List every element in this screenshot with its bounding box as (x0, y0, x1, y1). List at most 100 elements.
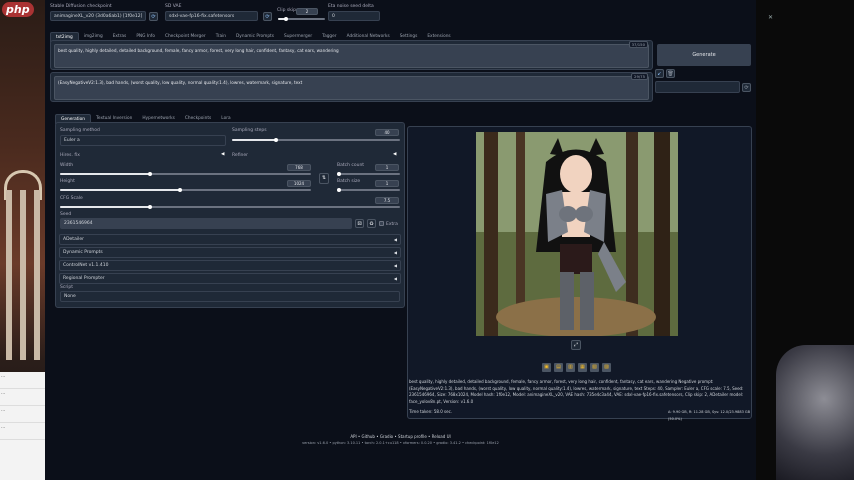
clip-skip-input[interactable]: 2 (296, 8, 318, 15)
sampling-steps-input[interactable]: 40 (375, 129, 399, 136)
script-label: Script (60, 285, 74, 290)
image-expand-icon[interactable]: ⤢ (571, 340, 581, 350)
slider-fill (60, 189, 180, 191)
slider-thumb[interactable] (178, 188, 182, 192)
accordion-dynamic-prompts[interactable]: Dynamic Prompts ◀ (59, 247, 401, 258)
chevron-left-icon: ◀ (393, 276, 397, 281)
chevron-left-icon: ◀ (393, 263, 397, 268)
batch-size-input[interactable]: 1 (375, 180, 399, 187)
accordion-adetailer[interactable]: ADetailer ◀ (59, 234, 401, 245)
slider-thumb[interactable] (148, 172, 152, 176)
hires-fix-chevron-icon[interactable]: ◀ (221, 152, 224, 157)
slider-thumb[interactable] (337, 172, 341, 176)
eta-noise-input[interactable]: 0 (328, 11, 380, 21)
slider-thumb[interactable] (337, 188, 341, 192)
php-logo: php (2, 2, 34, 17)
height-label: Height (60, 179, 75, 184)
send-to-extras-icon[interactable]: ▨ (602, 363, 611, 372)
swap-dimensions-icon[interactable]: ⇅ (319, 173, 329, 184)
vae-label: SD VAE (165, 4, 182, 9)
accordion-label: Dynamic Prompts (63, 250, 103, 255)
generated-image[interactable] (476, 132, 678, 336)
list-item[interactable]: ... (0, 372, 45, 389)
accordion-regional-prompter[interactable]: Regional Prompter ◀ (59, 273, 401, 284)
cfg-scale-label: CFG Scale (60, 196, 83, 201)
accordion-controlnet[interactable]: ControlNet v1.1.410 ◀ (59, 260, 401, 271)
webui-window: Stable Diffusion checkpoint animagineXL_… (45, 0, 756, 480)
prompt-token-counter: 37/150 (628, 41, 648, 48)
cfg-scale-input[interactable]: 7.5 (375, 197, 399, 204)
extra-label: Extra (386, 222, 398, 227)
close-icon[interactable]: ✕ (768, 14, 773, 21)
vae-select[interactable]: sdxl-vae-fp16-fix.safetensors (165, 11, 258, 21)
extra-checkbox[interactable] (379, 221, 384, 226)
recycle-icon[interactable]: ♻ (367, 219, 376, 228)
seed-label: Seed (60, 212, 72, 217)
refresh-icon[interactable]: ⟳ (149, 12, 158, 21)
sampling-steps-label: Sampling steps (232, 128, 267, 133)
refiner-toggle[interactable]: Refiner (232, 153, 248, 158)
checkpoint-select[interactable]: animagineXL_v20 (3d0a6ab1) [1f0e12] (50, 11, 146, 21)
list-item[interactable]: ... (0, 423, 45, 440)
style-apply-icon[interactable]: ↙ (655, 69, 664, 78)
batch-count-slider[interactable] (337, 173, 400, 175)
hires-fix-label: Hires. fix (60, 153, 80, 158)
seed-input[interactable]: 2361546964 (60, 218, 352, 229)
zip-icon[interactable]: ▥ (566, 363, 575, 372)
sampling-method-select[interactable]: Euler a (60, 135, 226, 146)
generation-info: best quality, highly detailed, detailed … (409, 379, 744, 404)
prompt-input[interactable]: best quality, highly detailed, detailed … (54, 44, 649, 68)
send-to-img2img-icon[interactable]: ▦ (578, 363, 587, 372)
slider-fill (60, 206, 150, 208)
save-icon[interactable]: ▤ (554, 363, 563, 372)
prompt-panel: best quality, highly detailed, detailed … (50, 40, 653, 70)
negative-prompt-input[interactable]: (EasyNegativeV2:1.3), bad hands, (worst … (54, 76, 649, 100)
slider-thumb[interactable] (284, 17, 288, 21)
negative-prompt-panel: (EasyNegativeV2:1.3), bad hands, (worst … (50, 72, 653, 102)
clip-skip-label: Clip skip (277, 8, 296, 13)
accordion-label: Regional Prompter (63, 276, 105, 281)
extra-seed-toggle[interactable]: Extra (379, 221, 398, 227)
sampling-method-label: Sampling method (60, 128, 100, 133)
footer-links[interactable]: API • Github • Gradio • Startup profile … (45, 434, 756, 439)
output-panel: ⤢ ▣ ▤ ▥ ▦ ▧ ▨ best quality, highly detai… (407, 126, 752, 421)
refresh-icon[interactable]: ⟳ (263, 12, 272, 21)
folder-icon[interactable]: ▣ (542, 363, 551, 372)
slider-fill (232, 139, 276, 141)
refiner-chevron-icon[interactable]: ◀ (393, 152, 396, 157)
slider-thumb[interactable] (274, 138, 278, 142)
slider-thumb[interactable] (148, 205, 152, 209)
time-taken: Time taken: 58.0 sec. (409, 409, 453, 414)
footer-versions: version: v1.6.0 • python: 3.10.11 • torc… (302, 441, 499, 445)
vram-usage: A: 9.90 GB, R: 11.28 GB, Sys: 12.0/23.98… (668, 410, 751, 421)
chevron-left-icon: ◀ (393, 250, 397, 255)
styles-select[interactable] (655, 81, 740, 93)
left-panel-list: ... ... ... ... (0, 372, 45, 480)
script-select[interactable]: None (60, 291, 400, 302)
desktop-background-right (756, 0, 854, 480)
slider-fill (60, 173, 150, 175)
background-object (776, 345, 854, 480)
list-item[interactable]: ... (0, 389, 45, 406)
building-column (34, 190, 40, 360)
send-to-inpaint-icon[interactable]: ▧ (590, 363, 599, 372)
building-column (6, 190, 12, 360)
batch-size-slider[interactable] (337, 189, 400, 191)
eta-noise-label: Eta noise seed delta (328, 4, 374, 9)
building-column (20, 190, 26, 360)
chevron-left-icon: ◀ (393, 237, 397, 242)
refiner-label: Refiner (232, 153, 248, 158)
height-input[interactable]: 1024 (287, 180, 311, 187)
batch-count-input[interactable]: 1 (375, 164, 399, 171)
refresh-icon[interactable]: ⟳ (742, 83, 751, 92)
negative-token-counter: 29/75 (631, 73, 648, 80)
list-item[interactable]: ... (0, 406, 45, 423)
accordion-label: ADetailer (63, 237, 84, 242)
batch-count-label: Batch count (337, 163, 365, 168)
trash-icon[interactable]: 🗑 (666, 69, 675, 78)
dice-icon[interactable]: ⚄ (355, 219, 364, 228)
hires-fix-toggle[interactable]: Hires. fix (60, 153, 80, 158)
width-input[interactable]: 768 (287, 164, 311, 171)
accordion-label: ControlNet v1.1.410 (63, 263, 109, 268)
generate-button[interactable]: Generate (657, 44, 751, 66)
